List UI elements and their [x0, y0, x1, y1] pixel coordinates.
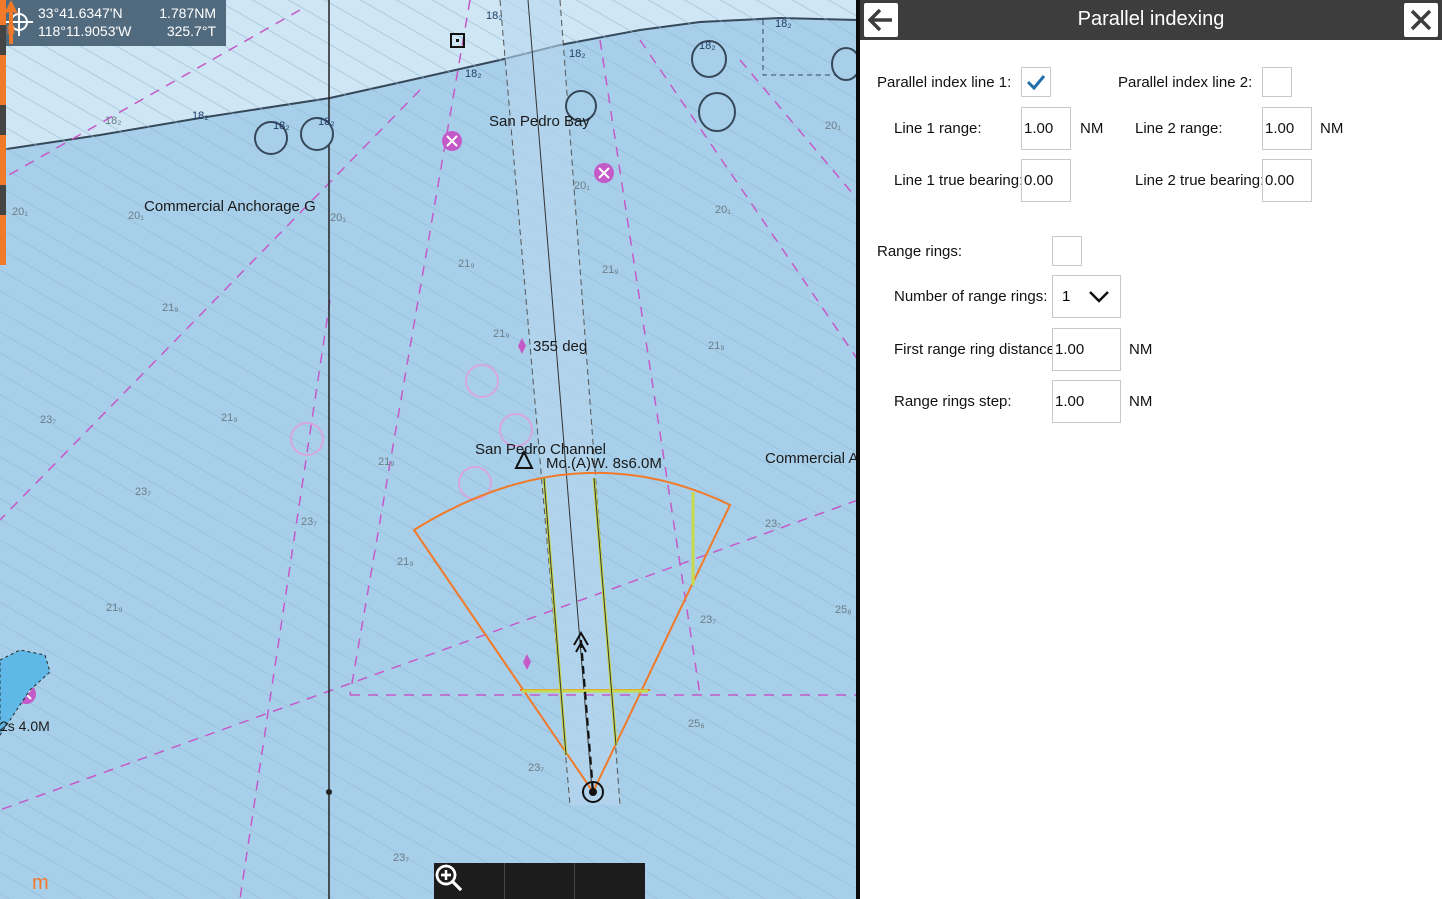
line1-bearing-input[interactable]: 0.00 [1021, 159, 1071, 202]
depth-sounding: 23₇ [765, 518, 782, 530]
depth-sounding: 23₇ [393, 852, 410, 864]
ring-step-label: Range rings step: [894, 393, 1012, 410]
range-rings-label: Range rings: [877, 243, 963, 260]
depth-sounding: 23₇ [528, 762, 545, 774]
first-ring-unit: NM [1129, 341, 1153, 358]
depth-sounding: 20₁ [825, 120, 841, 132]
depth-sounding: 23₇ [700, 614, 717, 626]
depth-sounding: 21₉ [378, 456, 395, 468]
depth-sounding: 20₁ [330, 212, 346, 224]
zoom-toolbar [434, 863, 645, 899]
first-ring-input[interactable]: 1.00 [1052, 328, 1121, 371]
cursor-coordinates[interactable]: 33°41.6347'N 118°11.9053'W 1.787NM 325.7… [0, 0, 226, 46]
line2-bearing-label: Line 2 true bearing: [1135, 172, 1265, 189]
depth-sounding: 21₉ [221, 412, 238, 424]
left-light-label: 2s 4.0M [0, 718, 50, 734]
line1-enable-label: Parallel index line 1: [877, 74, 1012, 91]
line2-bearing-input[interactable]: 0.00 [1262, 159, 1312, 202]
line1-range-input[interactable]: 1.00 [1021, 107, 1071, 150]
zoom-in-button[interactable] [435, 863, 645, 899]
depth-sounding: 21₉ [106, 602, 123, 614]
depth-sounding: 20₁ [12, 206, 28, 218]
line1-range-label: Line 1 range: [894, 120, 982, 137]
depth-sounding: 18₂ [486, 10, 503, 22]
ring-step-unit: NM [1129, 393, 1153, 410]
anchorage-a-label: Commercial A [765, 450, 858, 467]
line2-range-label: Line 2 range: [1135, 120, 1223, 137]
line1-enable-checkbox[interactable] [1021, 67, 1051, 97]
ring-count-select[interactable]: 1 [1052, 275, 1121, 318]
depth-sounding: 21₉ [708, 340, 725, 352]
depth-sounding: 20₁ [574, 180, 590, 192]
checkmark-icon [1026, 75, 1046, 90]
svg-text:N: N [7, 23, 16, 37]
depth-sounding: 21₉ [493, 328, 510, 340]
close-icon [1410, 9, 1432, 31]
ring-count-label: Number of range rings: [894, 288, 1048, 305]
first-ring-label: First range ring distance: [894, 341, 1060, 358]
zoom-in-icon [435, 864, 463, 892]
range-rings-checkbox[interactable] [1052, 236, 1082, 266]
bay-label: San Pedro Bay [489, 113, 590, 130]
heading-label: 355 deg [533, 338, 588, 355]
depth-sounding: 25₆ [835, 604, 852, 616]
depth-sounding: 18₂ [699, 40, 716, 52]
depth-sounding: 20₁ [128, 210, 144, 222]
depth-sounding: 25₆ [688, 718, 705, 730]
line2-enable-label: Parallel index line 2: [1118, 74, 1253, 91]
depth-sounding: 18₂ [569, 48, 586, 60]
nautical-chart[interactable]: 18₂ 18₂ 18₂ 18₂ 18₂ 18₂ 18₂ 18₂ 18₂ 20₁ … [0, 0, 858, 899]
latitude: 33°41.6347'N [38, 5, 123, 21]
chevron-down-icon [1089, 291, 1109, 303]
cursor-bearing: 325.7°T [166, 23, 216, 39]
line1-bearing-label: Line 1 true bearing: [894, 172, 1024, 189]
zoom-reset-button[interactable] [435, 863, 576, 899]
close-button[interactable] [1404, 3, 1438, 37]
parallel-indexing-panel: Parallel indexing Parallel index line 1:… [860, 0, 1442, 899]
line1-range-unit: NM [1080, 120, 1104, 137]
line2-enable-checkbox[interactable] [1262, 67, 1292, 97]
depth-sounding: 18₂ [775, 18, 792, 30]
depth-sounding: 21₉ [162, 302, 179, 314]
ring-step-input[interactable]: 1.00 [1052, 380, 1121, 423]
line2-range-unit: NM [1320, 120, 1344, 137]
depth-sounding: 21₉ [397, 556, 414, 568]
depth-sounding: 18₂ [318, 116, 335, 128]
panel-header: Parallel indexing [860, 0, 1442, 40]
panel-title: Parallel indexing [1077, 8, 1225, 30]
longitude: 118°11.9053'W [38, 23, 132, 39]
depth-sounding: 23₇ [135, 486, 152, 498]
depth-sounding: 21₉ [458, 258, 475, 270]
depth-sounding: 20₁ [715, 204, 731, 216]
anchorage-g-label: Commercial Anchorage G [144, 198, 316, 215]
depth-sounding: 23₇ [301, 516, 318, 528]
depth-sounding: 21₉ [602, 264, 619, 276]
cursor-distance: 1.787NM [159, 5, 216, 21]
depth-sounding: 18₂ [105, 115, 122, 127]
ring-count-value: 1 [1062, 288, 1071, 305]
line2-range-input[interactable]: 1.00 [1262, 107, 1312, 150]
depth-sounding: 18₂ [273, 120, 290, 132]
scale-unit: m [32, 872, 49, 894]
depth-sounding: 23₇ [40, 414, 57, 426]
light-label: Mo.(A)W. 8s6.0M [546, 455, 662, 472]
depth-sounding: 18₂ [192, 110, 209, 122]
chart-graphics [0, 0, 858, 899]
scale-bar [0, 0, 6, 265]
depth-sounding: 18₂ [465, 68, 482, 80]
